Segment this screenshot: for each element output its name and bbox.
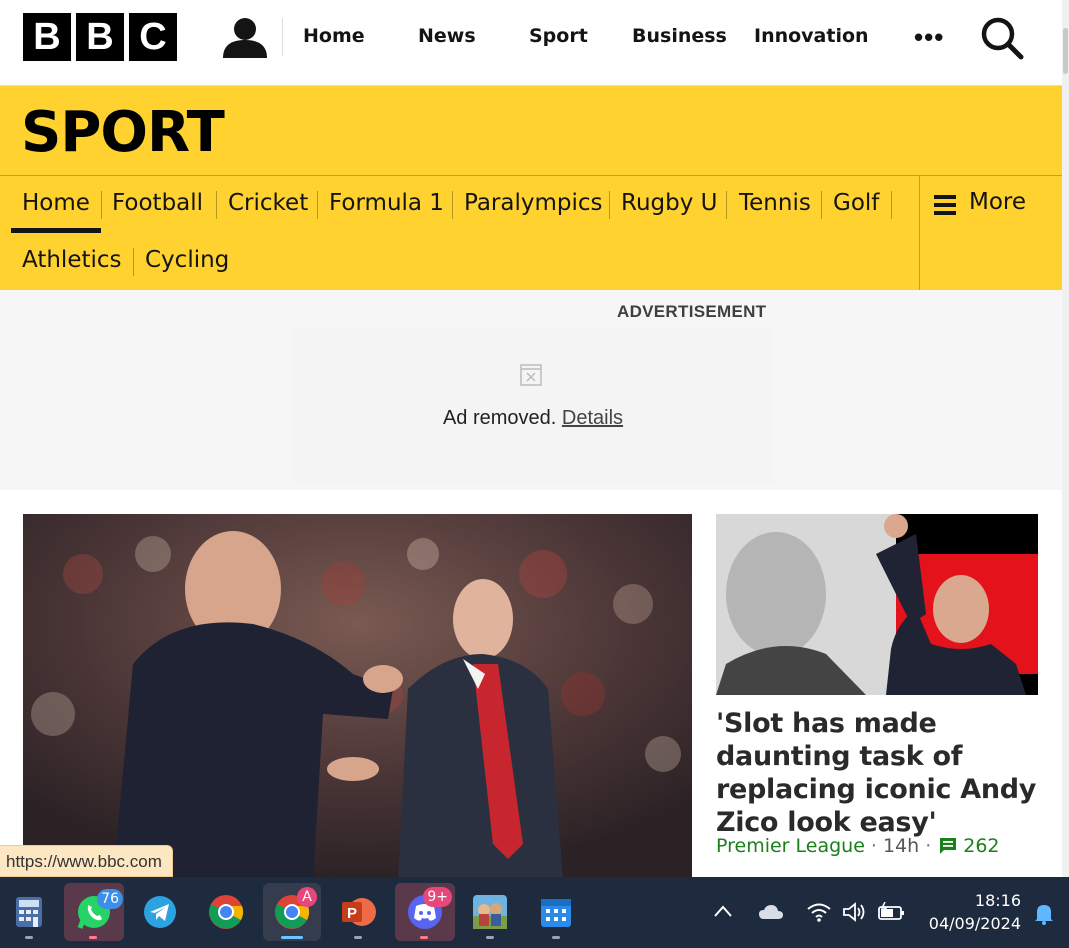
topnav-home[interactable]: Home	[303, 25, 365, 47]
sport-nav-cricket[interactable]: Cricket	[228, 190, 308, 216]
account-icon[interactable]	[222, 14, 268, 60]
chevron-up-icon[interactable]	[713, 904, 733, 918]
taskbar-powerpoint[interactable]: P	[329, 883, 387, 941]
sport-title[interactable]: SPORT	[21, 100, 225, 165]
taskbar-discord[interactable]: 9+	[395, 883, 455, 941]
story-tag[interactable]: Premier League	[716, 835, 865, 857]
volume-icon[interactable]	[842, 901, 868, 923]
whatsapp-badge: 76	[97, 889, 123, 909]
telegram-icon	[144, 896, 176, 928]
meta-separator: ·	[925, 835, 932, 857]
nav-separator	[216, 191, 217, 219]
taskbar-telegram[interactable]	[131, 883, 189, 941]
taskbar-clock-date[interactable]: 04/09/2024	[929, 914, 1021, 933]
bbc-logo[interactable]: B B C	[23, 13, 177, 61]
ad-placeholder: Ad removed. Details	[293, 328, 773, 483]
sport-nav-cycling[interactable]: Cycling	[145, 247, 229, 273]
taskbar-indicator	[281, 936, 303, 939]
windows-taskbar: 76 A P 9+ 18:16 04/09/2024	[0, 877, 1069, 948]
topnav-news[interactable]: News	[418, 25, 476, 47]
ad-removed-text: Ad removed.	[442, 407, 557, 429]
scrollbar-thumb[interactable]	[1063, 28, 1068, 74]
bbc-logo-letter-b2: B	[76, 13, 124, 61]
taskbar-indicator	[25, 936, 33, 939]
taskbar-chrome[interactable]	[197, 883, 255, 941]
nav-separator	[726, 191, 727, 219]
hero-photo	[23, 514, 692, 880]
more-sports-button[interactable]: More	[919, 176, 1062, 290]
cloud-icon[interactable]	[758, 903, 784, 921]
nav-separator	[452, 191, 453, 219]
more-menu-icon[interactable]: •••	[914, 22, 944, 53]
nav-separator	[609, 191, 610, 219]
game-app-icon	[473, 895, 507, 929]
wifi-icon[interactable]	[806, 901, 832, 923]
taskbar-chrome-profile[interactable]: A	[263, 883, 321, 941]
sport-nav-football[interactable]: Football	[112, 190, 203, 216]
taskbar-indicator	[354, 936, 362, 939]
topnav-innovation[interactable]: Innovation	[754, 25, 869, 47]
taskbar-game[interactable]	[461, 883, 519, 941]
sport-nav-rugby-u[interactable]: Rugby U	[621, 190, 717, 216]
ad-removed-message: Ad removed. Details	[293, 407, 773, 430]
page-scrollbar[interactable]	[1062, 0, 1069, 877]
calendar-icon	[541, 899, 571, 927]
sport-banner: SPORT	[0, 86, 1062, 176]
status-url-tooltip: https://www.bbc.com	[0, 845, 173, 877]
taskbar-calendar[interactable]	[527, 883, 585, 941]
svg-text:P: P	[347, 905, 357, 922]
story-meta: Premier League · 14h · 262	[716, 835, 1000, 857]
nav-separator	[821, 191, 822, 219]
battery-charging-icon[interactable]	[877, 902, 905, 922]
sport-nav: Home Football Cricket Formula 1 Paralymp…	[0, 176, 1062, 290]
sport-nav-athletics[interactable]: Athletics	[22, 247, 122, 273]
ad-details-link[interactable]: Details	[562, 407, 623, 429]
sport-nav-paralympics[interactable]: Paralympics	[464, 190, 603, 216]
comment-count[interactable]: 262	[963, 835, 999, 857]
nav-separator	[101, 191, 102, 219]
taskbar-clock-time[interactable]: 18:16	[975, 891, 1021, 910]
notification-bell-icon[interactable]	[1033, 901, 1055, 925]
taskbar-whatsapp[interactable]: 76	[64, 883, 124, 941]
topnav-sport[interactable]: Sport	[529, 25, 588, 47]
advertisement-area: ADVERTISEMENT Ad removed. Details	[0, 290, 1062, 490]
side-story-image[interactable]	[716, 514, 1038, 695]
side-story-photo	[716, 514, 1038, 695]
story-time: 14h	[882, 835, 920, 857]
topnav-business[interactable]: Business	[632, 25, 727, 47]
top-nav-divider	[282, 18, 283, 56]
bbc-top-bar: B B C Home News Sport Business Innovatio…	[0, 0, 1062, 86]
chrome-icon	[209, 895, 244, 929]
sport-nav-tennis[interactable]: Tennis	[739, 190, 811, 216]
story-headline[interactable]: 'Slot has made daunting task of replacin…	[716, 707, 1046, 839]
comment-icon	[940, 838, 957, 854]
sport-nav-golf[interactable]: Golf	[833, 190, 879, 216]
nav-separator	[133, 248, 134, 276]
active-tab-indicator	[11, 228, 101, 233]
sport-nav-home[interactable]: Home	[22, 190, 90, 216]
meta-separator: ·	[870, 835, 877, 857]
sport-nav-formula-1[interactable]: Formula 1	[329, 190, 444, 216]
taskbar-indicator	[486, 936, 494, 939]
nav-separator	[317, 191, 318, 219]
broken-ad-icon	[520, 364, 542, 386]
powerpoint-icon: P	[342, 898, 376, 926]
hamburger-icon	[934, 195, 956, 215]
nav-separator	[891, 191, 892, 219]
taskbar-indicator	[89, 936, 97, 939]
hero-story-image[interactable]	[23, 514, 692, 880]
bbc-logo-letter-b1: B	[23, 13, 71, 61]
search-icon[interactable]	[980, 16, 1024, 60]
chrome-profile-badge: A	[297, 887, 317, 907]
discord-badge: 9+	[423, 887, 452, 907]
calculator-icon	[16, 897, 42, 927]
bbc-logo-letter-c: C	[129, 13, 177, 61]
taskbar-indicator	[552, 936, 560, 939]
advertisement-label: ADVERTISEMENT	[617, 302, 767, 321]
more-sports-label: More	[969, 189, 1027, 215]
taskbar-indicator	[420, 936, 428, 939]
taskbar-calculator[interactable]	[0, 883, 58, 941]
